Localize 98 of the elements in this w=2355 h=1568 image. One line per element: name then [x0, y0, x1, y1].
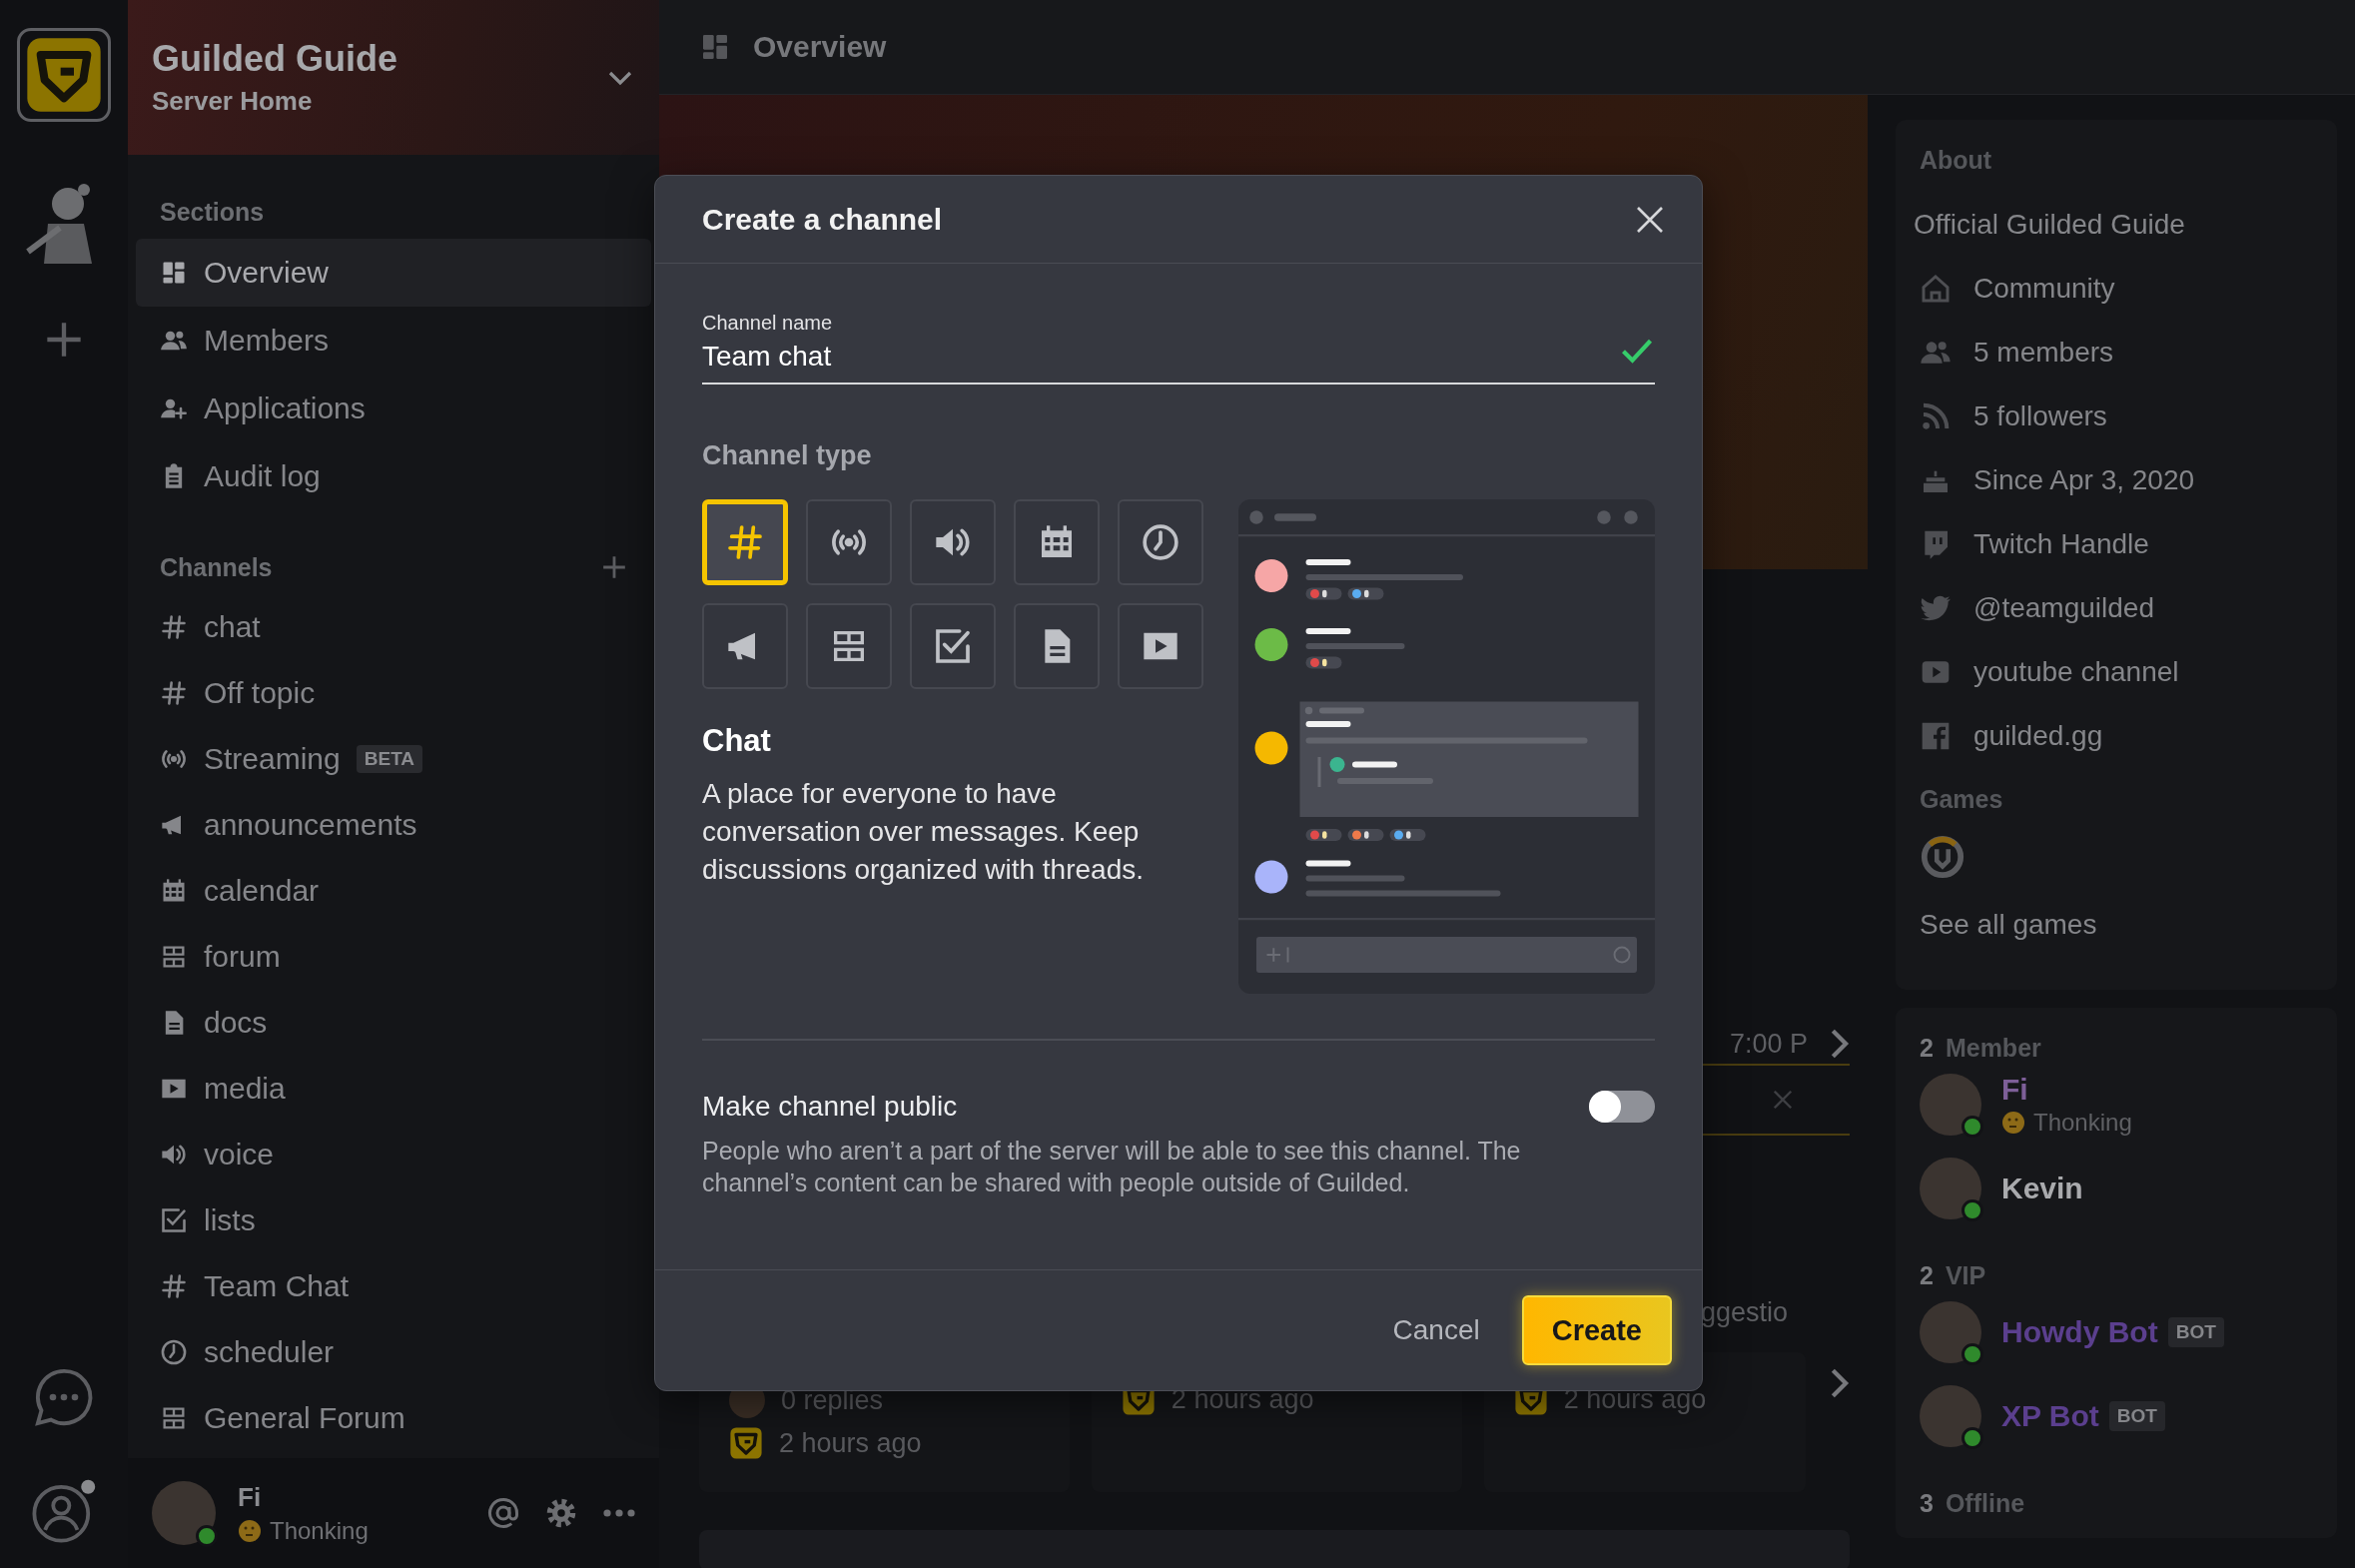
channel-type-option[interactable] [910, 499, 996, 585]
group-title: Offline [1945, 1488, 2025, 1518]
group-title: VIP [1945, 1260, 1986, 1290]
sidebar-item[interactable]: docs [136, 990, 651, 1056]
channel-type-option[interactable] [806, 603, 892, 689]
hash-icon [160, 1272, 188, 1300]
sidebar-item[interactable]: calendar [136, 858, 651, 924]
hash-icon [725, 522, 765, 562]
member-status: Thonking [2033, 1109, 2132, 1137]
sidebar-item[interactable]: scheduler [136, 1319, 651, 1385]
sidebar-item[interactable]: Streaming BETA [136, 726, 651, 792]
shield-logo-icon [729, 1426, 763, 1460]
card-title: ggestio [1700, 1296, 1788, 1328]
sidebar-item[interactable]: Team Chat [136, 1253, 651, 1319]
sidebar-item[interactable]: voice [136, 1122, 651, 1187]
member-name: Kevin [2001, 1172, 2083, 1205]
sidebar-item[interactable]: Members [136, 307, 651, 375]
channel-type-option[interactable] [1118, 603, 1203, 689]
about-item: Since Apr 3, 2020 [1973, 464, 2195, 496]
thinking-face-icon [2001, 1111, 2025, 1135]
member-item[interactable]: Fi Thonking [1920, 1063, 2313, 1147]
rss-icon [1920, 400, 1952, 432]
channel-type-option[interactable] [702, 603, 788, 689]
about-item: 5 followers [1973, 400, 2107, 432]
server-subtitle: Server Home [152, 86, 314, 117]
sidebar-item[interactable]: Applications [136, 375, 651, 442]
sidebar-item[interactable]: forum [136, 924, 651, 990]
member-name: Fi [2001, 1073, 2028, 1107]
group-count: 2 [1920, 1260, 1934, 1290]
dialog-title: Create a channel [702, 202, 943, 237]
member-item[interactable]: XP Bot BOT [1920, 1374, 2313, 1458]
member-item[interactable]: Kevin [1920, 1147, 2313, 1230]
game-icon[interactable] [1920, 834, 1965, 880]
about-item: Community [1973, 273, 2115, 305]
plus-icon[interactable] [601, 554, 627, 580]
hash-icon [160, 679, 188, 707]
checkbox-icon [933, 626, 973, 666]
clock-icon [160, 1338, 188, 1366]
house-icon [1920, 273, 1952, 305]
sidebar-item[interactable]: Overview [136, 239, 651, 307]
group-count: 2 [1920, 1033, 1934, 1063]
reply-count: 0 replies [781, 1384, 884, 1416]
toggle-label: Make channel public [702, 1091, 958, 1123]
about-item: @teamguilded [1973, 592, 2154, 624]
square-f-icon [1920, 720, 1952, 752]
channel-type-option[interactable] [806, 499, 892, 585]
server-logo[interactable] [17, 28, 111, 122]
member-name: XP Bot [2001, 1399, 2099, 1433]
channel-type-option[interactable] [1118, 499, 1203, 585]
field-label: Channel name [702, 312, 834, 335]
thinking-face-icon [238, 1518, 262, 1543]
section-heading: Games [1920, 784, 2004, 814]
channel-type-description: A place for everyone to have conversation over messages. Keep discussions organized with threads. [702, 777, 1145, 887]
server-header[interactable]: Guilded Guide Server Home [128, 0, 659, 155]
sidebar-item[interactable]: media [136, 1056, 651, 1122]
group-count: 3 [1920, 1488, 1934, 1518]
toggle-switch[interactable] [1589, 1091, 1655, 1123]
channel-type-title: Chat [702, 723, 772, 759]
create-button[interactable]: Create [1521, 1295, 1672, 1365]
timestamp: 2 hours ago [779, 1427, 922, 1459]
user-status: Thonking [270, 1516, 369, 1545]
bot-badge: BOT [2108, 1401, 2165, 1431]
channel-type-option[interactable] [910, 603, 996, 689]
section-heading: Sections [160, 197, 265, 227]
sidebar-item[interactable]: Audit log [136, 442, 651, 510]
mention-icon[interactable] [485, 1495, 521, 1531]
see-all-games-link[interactable]: See all games [1920, 905, 2097, 945]
sidebar-item[interactable]: chat [136, 594, 651, 660]
shield-logo-icon [24, 35, 104, 115]
hash-icon [160, 613, 188, 641]
section-heading: Channels [160, 552, 273, 582]
sidebar-item[interactable]: General Forum [136, 1385, 651, 1451]
channel-type-option[interactable] [1014, 499, 1100, 585]
about-item: youtube channel [1973, 656, 2179, 688]
sidebar-item[interactable]: lists [136, 1187, 651, 1253]
clock-icon [1141, 522, 1180, 562]
event-time: 7:00 P [1729, 1028, 1808, 1060]
page-title: Overview [753, 30, 887, 64]
checkbox-icon [160, 1206, 188, 1234]
sidebar-item[interactable]: announcements [136, 792, 651, 858]
user-name: Fi [238, 1481, 263, 1513]
member-name: Howdy Bot [2001, 1315, 2158, 1349]
toggle-description: People who aren’t a part of the server will be able to see this channel. The channel’s content can be shared with people outside of Guilded. [702, 1136, 1522, 1198]
about-item: guilded.gg [1973, 720, 2103, 752]
about-item: 5 members [1973, 337, 2114, 369]
section-heading: Channel type [702, 440, 873, 471]
channel-name-field[interactable]: Team chat [702, 341, 1619, 373]
channel-type-option[interactable] [1014, 603, 1100, 689]
sidebar-item[interactable]: Off topic [136, 660, 651, 726]
bot-badge: BOT [2167, 1317, 2224, 1347]
beta-badge: BETA [356, 745, 423, 773]
server-name: Guilded Guide [152, 38, 398, 80]
plus-icon[interactable] [44, 320, 84, 360]
server-description: Official Guilded Guide [1914, 208, 2186, 242]
section-heading: About [1920, 145, 1993, 175]
member-item[interactable]: Howdy Bot BOT [1920, 1290, 2313, 1374]
about-item: Twitch Handle [1973, 528, 2149, 560]
group-title: Member [1945, 1033, 2041, 1063]
